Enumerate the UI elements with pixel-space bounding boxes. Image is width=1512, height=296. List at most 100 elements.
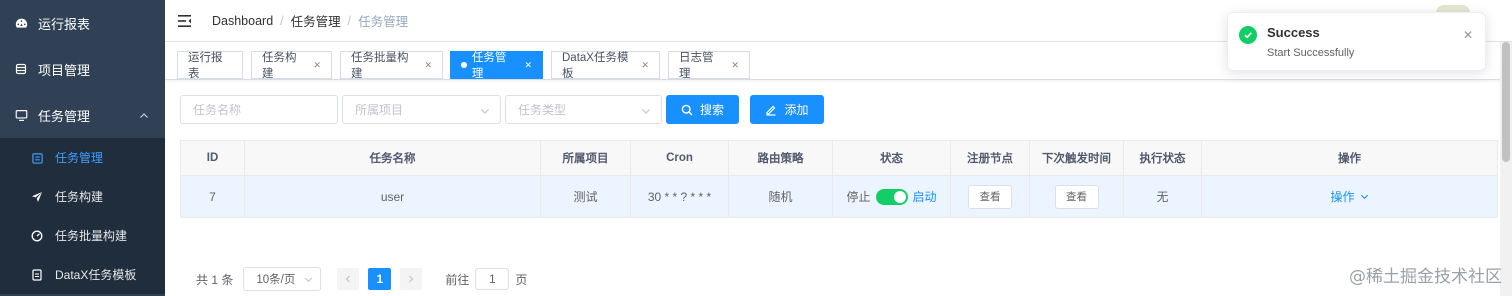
status-on-label: 启动 <box>912 190 937 204</box>
close-icon[interactable]: ✕ <box>524 60 532 71</box>
pagination-total: 共 1 条 <box>196 272 234 287</box>
task-table: ID 任务名称 所属项目 Cron 路由策略 状态 注册节点 下次触发时间 执行… <box>180 140 1498 218</box>
breadcrumb-dashboard[interactable]: Dashboard <box>212 14 273 28</box>
tag-batch-build[interactable]: 任务批量构建 ✕ <box>340 51 443 80</box>
close-icon[interactable]: ✕ <box>1463 28 1473 42</box>
sidebar-item-label: 项目管理 <box>38 62 91 78</box>
column-header: 所属项目 <box>540 140 631 176</box>
page-number-current[interactable]: 1 <box>368 268 392 290</box>
tag-label: 任务构建 <box>262 52 297 80</box>
pagination: 共 1 条 10条/页 1 前往 1 页 <box>196 267 527 291</box>
send-icon <box>31 191 43 203</box>
active-dot-icon <box>461 62 467 68</box>
search-button[interactable]: 搜索 <box>666 95 739 124</box>
success-check-icon <box>1239 26 1257 44</box>
table-row[interactable]: 7 user 测试 30 * * ? * * * 随机 停止 启动 查看 查看 … <box>180 175 1498 218</box>
goto-prefix: 前往 <box>445 272 470 287</box>
status-toggle[interactable] <box>875 188 908 205</box>
tag-label: 日志管理 <box>679 52 714 80</box>
sidebar-item-tasks[interactable]: 任务管理 <box>0 92 165 138</box>
goto-suffix: 页 <box>515 272 528 287</box>
cell-exec-status: 无 <box>1123 175 1202 218</box>
project-select[interactable]: 所属项目 <box>342 95 501 124</box>
view-next-trigger-button[interactable]: 查看 <box>1054 184 1099 209</box>
tag-datax-template[interactable]: DataX任务模板 ✕ <box>551 51 660 80</box>
watermark: @稀土掘金技术社区 <box>1349 267 1502 287</box>
page-size-select[interactable]: 10条/页 <box>243 267 322 291</box>
sidebar-subitem-batch-build[interactable]: 任务批量构建 <box>0 216 165 255</box>
column-header: 执行状态 <box>1123 140 1202 176</box>
scrollbar[interactable] <box>1500 42 1512 296</box>
hamburger-icon[interactable] <box>178 14 192 27</box>
breadcrumb: Dashboard / 任务管理 / 任务管理 <box>212 11 408 30</box>
sidebar-item-label: 任务管理 <box>38 108 91 124</box>
success-notification: Success Start Successfully ✕ <box>1227 12 1486 71</box>
column-header: Cron <box>630 140 729 176</box>
tag-task-manage[interactable]: 任务管理 ✕ <box>450 51 543 80</box>
breadcrumb-task-manage[interactable]: 任务管理 <box>291 11 341 30</box>
column-header: 注册节点 <box>950 140 1030 176</box>
view-node-button[interactable]: 查看 <box>968 184 1012 209</box>
sidebar-subitem-datax-template[interactable]: DataX任务模板 <box>0 255 165 294</box>
task-name-input[interactable]: 任务名称 <box>180 95 338 124</box>
database-icon <box>14 62 28 76</box>
goto-page-input[interactable]: 1 <box>475 268 510 290</box>
cell-next-trigger: 查看 <box>1029 175 1124 218</box>
cell-status: 停止 启动 <box>832 175 951 218</box>
edit-icon <box>765 104 777 116</box>
column-header: 任务名称 <box>244 140 541 176</box>
column-header: ID <box>180 140 245 176</box>
sidebar-subitem-task-manage[interactable]: 任务管理 <box>0 138 165 177</box>
breadcrumb-current: 任务管理 <box>358 15 409 29</box>
chevron-down-icon <box>1360 190 1369 204</box>
task-type-select[interactable]: 任务类型 <box>505 95 662 124</box>
monitor-icon <box>14 108 28 122</box>
dashboard-icon <box>14 16 28 30</box>
chevron-down-icon <box>304 275 313 287</box>
table-header-row: ID 任务名称 所属项目 Cron 路由策略 状态 注册节点 下次触发时间 执行… <box>180 140 1498 176</box>
status-off-label: 停止 <box>846 190 871 204</box>
tag-label: 任务管理 <box>471 52 507 80</box>
calendar-icon <box>31 152 43 164</box>
notification-title: Success <box>1267 25 1320 40</box>
cell-cron: 30 * * ? * * * <box>630 175 729 218</box>
sidebar-subitem-label: 任务构建 <box>55 190 104 204</box>
chevron-down-icon <box>480 105 490 119</box>
sidebar-subitem-label: 任务批量构建 <box>55 229 128 243</box>
prev-page-button[interactable] <box>337 268 360 290</box>
close-icon[interactable]: ✕ <box>424 60 432 71</box>
cell-actions: 操作 <box>1201 175 1498 218</box>
tag-log-manage[interactable]: 日志管理 ✕ <box>668 51 750 80</box>
document-icon <box>31 268 43 281</box>
sidebar-item-label: 运行报表 <box>38 16 91 32</box>
column-header: 状态 <box>832 140 951 176</box>
scrollbar-thumb[interactable] <box>1502 42 1510 162</box>
add-button[interactable]: 添加 <box>750 95 824 124</box>
tag-label: 任务批量构建 <box>351 52 409 80</box>
sidebar: 运行报表 项目管理 任务管理 任务管理 任务构建 任务批量构建 DataX任务模… <box>0 0 165 296</box>
sidebar-subitem-label: 任务管理 <box>55 151 104 165</box>
close-icon[interactable]: ✕ <box>641 60 649 71</box>
cell-name: user <box>244 175 541 218</box>
tag-task-build[interactable]: 任务构建 ✕ <box>251 51 332 80</box>
actions-dropdown[interactable]: 操作 <box>1330 188 1368 205</box>
notification-message: Start Successfully <box>1267 47 1355 59</box>
sidebar-submenu: 任务管理 任务构建 任务批量构建 DataX任务模板 <box>0 138 165 294</box>
column-header: 下次触发时间 <box>1029 140 1124 176</box>
cell-node: 查看 <box>950 175 1030 218</box>
cell-id: 7 <box>180 175 245 218</box>
next-page-button[interactable] <box>400 268 423 290</box>
close-icon[interactable]: ✕ <box>731 60 739 71</box>
column-header: 路由策略 <box>728 140 833 176</box>
sidebar-subitem-task-build[interactable]: 任务构建 <box>0 177 165 216</box>
tag-dashboard[interactable]: 运行报表 <box>177 51 243 80</box>
sidebar-subitem-label: DataX任务模板 <box>55 268 137 282</box>
sidebar-item-dashboard[interactable]: 运行报表 <box>0 0 165 46</box>
close-icon[interactable]: ✕ <box>313 60 321 71</box>
sidebar-item-projects[interactable]: 项目管理 <box>0 46 165 92</box>
chevron-up-icon <box>139 109 149 124</box>
column-header: 操作 <box>1201 140 1498 176</box>
chevron-down-icon <box>641 105 651 119</box>
cell-project: 测试 <box>540 175 631 218</box>
cell-route: 随机 <box>728 175 833 218</box>
